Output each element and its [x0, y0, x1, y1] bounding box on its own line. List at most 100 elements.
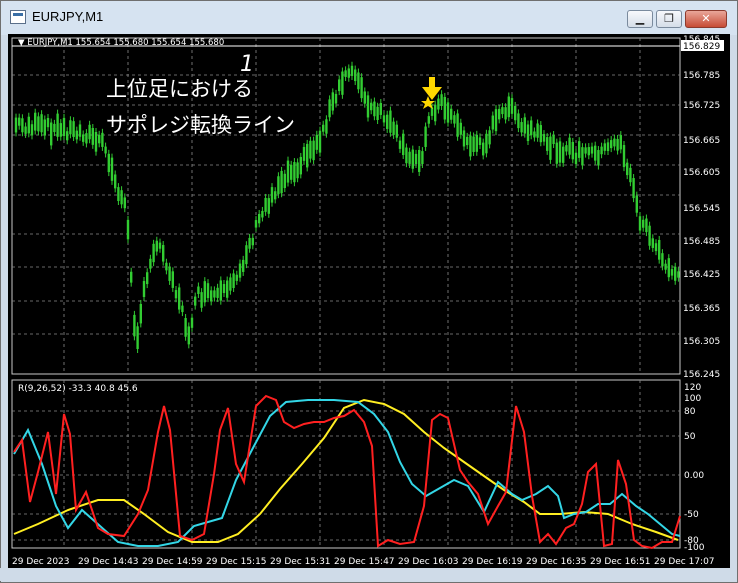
candle-body [501, 107, 504, 115]
candle-body [523, 117, 526, 134]
candle-body [350, 65, 354, 76]
candle-body [562, 146, 565, 163]
price-tick-label: 156.245 [683, 370, 720, 380]
status-strip [0, 568, 736, 581]
candle-body [514, 105, 517, 121]
indicator-tick-label: -50 [684, 510, 699, 520]
price-tick-label: 156.425 [683, 270, 720, 280]
candle-body [571, 141, 574, 160]
minimize-button[interactable]: ▁ [627, 10, 653, 28]
candle-body [18, 117, 21, 126]
candle-body [674, 266, 677, 281]
price-tick-label: 156.545 [683, 204, 720, 214]
candle-body [181, 305, 184, 313]
candle-body [418, 149, 421, 172]
candle-body [210, 290, 213, 302]
candle-body [34, 112, 37, 131]
candle-body [472, 136, 475, 152]
candle-body [347, 68, 350, 78]
price-tick-label: 156.665 [683, 136, 720, 146]
candle-body [50, 122, 53, 146]
annotation-number: 1 [240, 52, 254, 77]
time-label: 29 Dec 17:07 [654, 557, 715, 567]
candle-body [312, 140, 315, 161]
candle-body [453, 115, 456, 124]
candle-body [203, 281, 206, 303]
candle-body [267, 198, 270, 214]
candle-body [485, 133, 488, 154]
candle-body [56, 113, 59, 137]
candle-body [91, 127, 94, 145]
candle-body [283, 173, 286, 189]
candle-body [629, 167, 632, 183]
candle-body [152, 243, 155, 263]
candle-body [658, 240, 661, 260]
candle-body [494, 109, 498, 132]
candle-body [59, 123, 62, 137]
chart-area[interactable]: ▼ EURJPY,M1 155.654 155.680 155.654 155.… [8, 34, 730, 568]
candle-body [110, 157, 114, 181]
candle-body [533, 131, 536, 138]
candle-body [526, 124, 530, 142]
candle-body [597, 150, 600, 166]
candle-body [53, 123, 56, 133]
candle-body [434, 104, 437, 122]
candle-body [229, 277, 232, 291]
candle-body [216, 287, 219, 298]
candle-body [478, 137, 482, 145]
candle-body [574, 152, 578, 165]
candle-body [555, 142, 558, 164]
candle-body [226, 280, 229, 298]
candle-body [219, 280, 222, 301]
candle-body [187, 326, 190, 345]
main-info-label: ▼ EURJPY,M1 155.654 155.680 155.654 155.… [18, 38, 224, 48]
candle-body [392, 121, 395, 135]
candle-body [670, 269, 674, 276]
close-button[interactable]: ✕ [685, 10, 727, 28]
chart-window-icon [10, 10, 26, 24]
candle-body [619, 135, 622, 150]
candle-body [600, 146, 603, 155]
current-price-value: 156.829 [683, 42, 720, 52]
candle-body [168, 266, 171, 281]
candle-body [414, 153, 418, 165]
candle-body [171, 271, 174, 288]
candle-body [14, 117, 18, 133]
candle-body [334, 93, 338, 104]
candle-body [667, 258, 670, 278]
candle-body [357, 72, 360, 90]
candle-body [43, 119, 46, 136]
candle-body [645, 218, 648, 233]
candle-body [622, 145, 626, 168]
candle-body [258, 213, 261, 224]
candle-body [661, 253, 664, 267]
candle-body [142, 281, 146, 297]
candle-body [606, 142, 610, 152]
candle-body [232, 273, 235, 289]
candle-body [632, 178, 635, 199]
candle-body [360, 77, 363, 99]
candle-body [424, 126, 427, 147]
candle-body [200, 292, 203, 308]
candle-body [136, 326, 139, 349]
candle-body [238, 263, 242, 278]
candle-body [130, 271, 133, 283]
candle-body [69, 120, 72, 135]
candle-body [162, 245, 165, 262]
candle-body [613, 138, 616, 147]
candle-body [133, 314, 136, 337]
maximize-button[interactable]: ❐ [656, 10, 682, 28]
indicator-tick-label: -100 [684, 543, 705, 553]
candle-body [456, 113, 459, 137]
candle-body [126, 219, 130, 240]
time-label: 29 Dec 2023 [12, 557, 70, 567]
time-label: 29 Dec 15:15 [206, 557, 267, 567]
title-bar[interactable]: EURJPY,M1 ▁ ❐ ✕ [1, 1, 737, 35]
candle-body [386, 114, 389, 129]
candle-body [581, 147, 584, 166]
candle-body [62, 117, 66, 137]
candle-body [491, 115, 494, 130]
time-axis: 29 Dec 2023 29 Dec 14:43 29 Dec 14:59 29 De… [12, 557, 715, 567]
candle-body [520, 122, 523, 133]
candle-body [398, 140, 402, 149]
